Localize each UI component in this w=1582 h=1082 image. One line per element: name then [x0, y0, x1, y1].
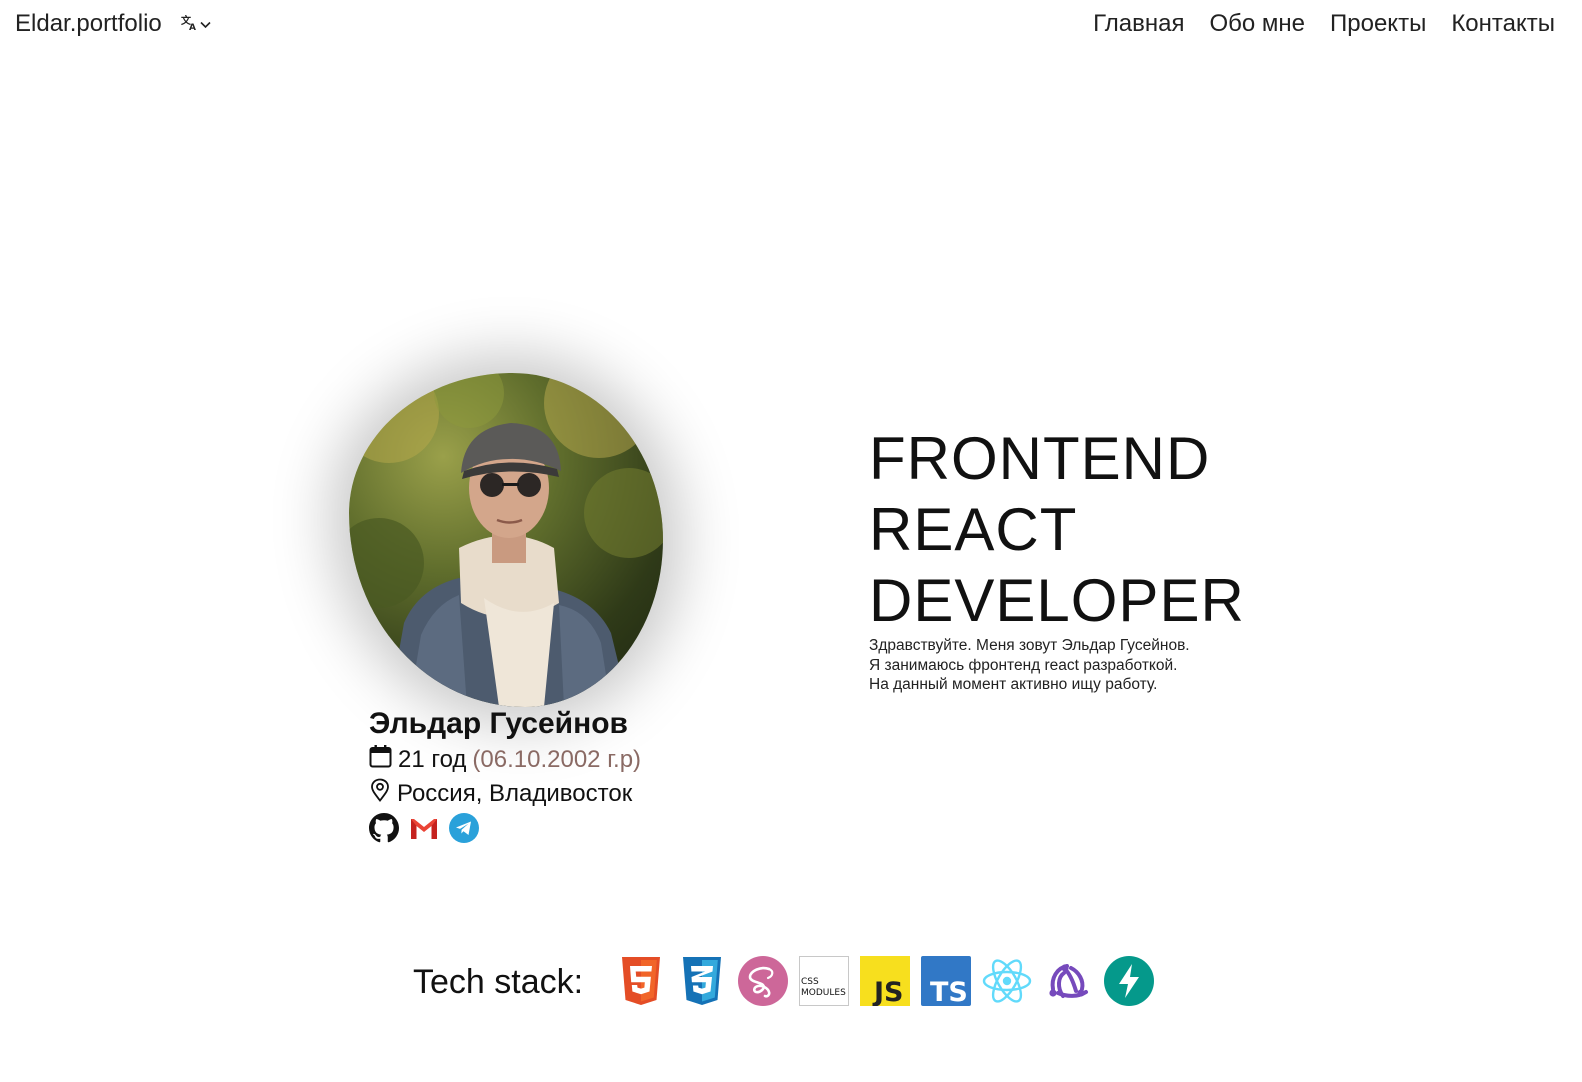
- headline-line: REACT: [869, 496, 1078, 563]
- language-switcher[interactable]: 文 A: [181, 14, 211, 35]
- intro-text: Здравствуйте. Меня зовут Эльдар Гусейнов…: [869, 636, 1190, 695]
- vite-icon: [1104, 956, 1154, 1006]
- css3-icon: [677, 956, 727, 1006]
- profile-photo: [349, 373, 663, 707]
- tech-stack-icons: CSS MODULES JS TS: [616, 956, 1154, 1006]
- calendar-icon: [369, 744, 392, 775]
- nav-link-contacts[interactable]: Контакты: [1451, 10, 1555, 38]
- telegram-icon[interactable]: [449, 813, 479, 843]
- birth-date: (06.10.2002 г.р): [472, 745, 642, 773]
- social-links: [369, 813, 479, 843]
- intro-line: Я занимаюсь фронтенд react разработкой.: [869, 656, 1178, 674]
- profile-name: Эльдар Гусейнов: [369, 707, 628, 740]
- headline-line: FRONTEND: [869, 425, 1211, 492]
- svg-text:A: A: [189, 23, 196, 31]
- age-text: 21 год: [398, 745, 467, 773]
- javascript-icon: JS: [860, 956, 910, 1006]
- css-modules-icon: CSS MODULES: [799, 956, 849, 1006]
- main-nav: Главная Обо мне Проекты Контакты: [1093, 10, 1555, 38]
- site-logo[interactable]: Eldar.portfolio: [15, 10, 162, 38]
- chevron-down-icon: [200, 16, 211, 34]
- top-navbar: Eldar.portfolio 文 A Главная Обо мне Прое…: [0, 0, 1582, 50]
- hero-headline: FRONTEND REACT DEVELOPER: [869, 423, 1245, 636]
- js-text: JS: [872, 977, 904, 1006]
- nav-link-about[interactable]: Обо мне: [1209, 10, 1305, 38]
- github-icon[interactable]: [369, 813, 399, 843]
- intro-line: На данный момент активно ищу работу.: [869, 676, 1158, 693]
- typescript-icon: TS: [921, 956, 971, 1006]
- sass-icon: [738, 956, 788, 1006]
- tech-stack-label: Tech stack:: [413, 963, 584, 1001]
- nav-link-home[interactable]: Главная: [1093, 10, 1184, 38]
- location-pin-icon: [369, 778, 391, 809]
- gmail-icon[interactable]: [409, 815, 439, 841]
- react-icon: [982, 956, 1032, 1006]
- intro-line: Здравствуйте. Меня зовут Эльдар Гусейнов…: [869, 637, 1190, 654]
- headline-line: DEVELOPER: [869, 567, 1245, 634]
- avatar: [349, 373, 663, 707]
- ts-text: TS: [930, 977, 968, 1006]
- age-row: 21 год (06.10.2002 г.р): [369, 744, 641, 775]
- location-row: Россия, Владивосток: [369, 778, 632, 809]
- css-modules-text-1: CSS: [801, 977, 819, 987]
- html5-icon: [616, 956, 666, 1006]
- city-text: Россия, Владивосток: [397, 779, 633, 807]
- redux-icon: [1043, 956, 1093, 1006]
- nav-link-projects[interactable]: Проекты: [1330, 10, 1426, 38]
- translate-icon: 文 A: [181, 14, 199, 35]
- css-modules-text-2: MODULES: [801, 988, 846, 998]
